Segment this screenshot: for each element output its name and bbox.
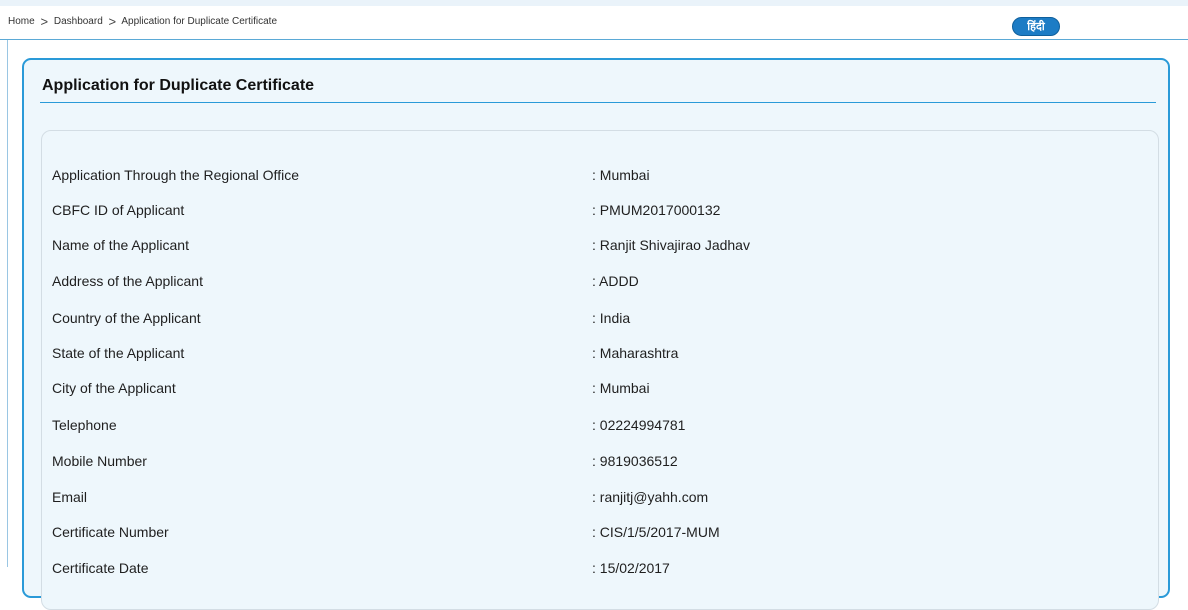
- detail-value: : ranjitj@yahh.com: [592, 489, 709, 505]
- detail-row-certificate-date: Certificate Date : 15/02/2017: [42, 560, 1158, 584]
- detail-row-applicant-name: Name of the Applicant : Ranjit Shivajira…: [42, 237, 1158, 261]
- detail-row-country: Country of the Applicant : India: [42, 310, 1158, 334]
- detail-label: Telephone: [52, 417, 117, 433]
- detail-row-cbfc-id: CBFC ID of Applicant : PMUM2017000132: [42, 202, 1158, 226]
- detail-row-city: City of the Applicant : Mumbai: [42, 380, 1158, 404]
- detail-row-telephone: Telephone : 02224994781: [42, 417, 1158, 441]
- detail-value: : ADDD: [592, 273, 639, 289]
- breadcrumb: Home > Dashboard > Application for Dupli…: [8, 14, 277, 29]
- breadcrumb-home-link[interactable]: Home: [8, 16, 35, 27]
- application-panel: Application for Duplicate Certificate Ap…: [22, 58, 1170, 610]
- title-divider: [40, 102, 1156, 103]
- detail-row-address: Address of the Applicant : ADDD: [42, 273, 1158, 297]
- detail-value: : CIS/1/5/2017-MUM: [592, 524, 720, 540]
- detail-label: Address of the Applicant: [52, 273, 203, 289]
- detail-label: Email: [52, 489, 88, 505]
- detail-value: : 15/02/2017: [592, 560, 670, 576]
- breadcrumb-separator: >: [108, 14, 117, 29]
- detail-label: Certificate Number: [52, 524, 169, 540]
- detail-row-certificate-number: Certificate Number : CIS/1/5/2017-MUM: [42, 524, 1158, 548]
- detail-label: Application Through the Regional Office: [52, 167, 299, 183]
- hindi-language-button[interactable]: हिंदी: [1012, 17, 1060, 36]
- detail-label: CBFC ID of Applicant: [52, 202, 185, 218]
- detail-value: : Maharashtra: [592, 345, 679, 361]
- detail-row-state: State of the Applicant : Maharashtra: [42, 345, 1158, 369]
- detail-row-mobile: Mobile Number : 9819036512: [42, 453, 1158, 477]
- breadcrumb-bar: Home > Dashboard > Application for Dupli…: [0, 6, 1188, 40]
- detail-value: : Ranjit Shivajirao Jadhav: [592, 237, 750, 253]
- left-border: [7, 40, 8, 567]
- breadcrumb-separator: >: [40, 14, 49, 29]
- detail-label: Certificate Date: [52, 560, 149, 576]
- detail-label: City of the Applicant: [52, 380, 176, 396]
- detail-value: : 9819036512: [592, 453, 678, 469]
- details-card: Application Through the Regional Office …: [41, 130, 1159, 610]
- detail-row-regional-office: Application Through the Regional Office …: [42, 167, 1158, 191]
- detail-value: : India: [592, 310, 631, 326]
- detail-label: Name of the Applicant: [52, 237, 189, 253]
- page-title: Application for Duplicate Certificate: [42, 77, 315, 94]
- detail-label: Mobile Number: [52, 453, 147, 469]
- breadcrumb-current: Application for Duplicate Certificate: [121, 16, 278, 27]
- breadcrumb-dashboard-link[interactable]: Dashboard: [54, 16, 103, 27]
- detail-value: : PMUM2017000132: [592, 202, 721, 218]
- detail-value: : Mumbai: [592, 380, 650, 396]
- detail-row-email: Email : ranjitj@yahh.com: [42, 489, 1158, 513]
- detail-label: Country of the Applicant: [52, 310, 201, 326]
- detail-value: : Mumbai: [592, 167, 650, 183]
- detail-value: : 02224994781: [592, 417, 686, 433]
- detail-label: State of the Applicant: [52, 345, 185, 361]
